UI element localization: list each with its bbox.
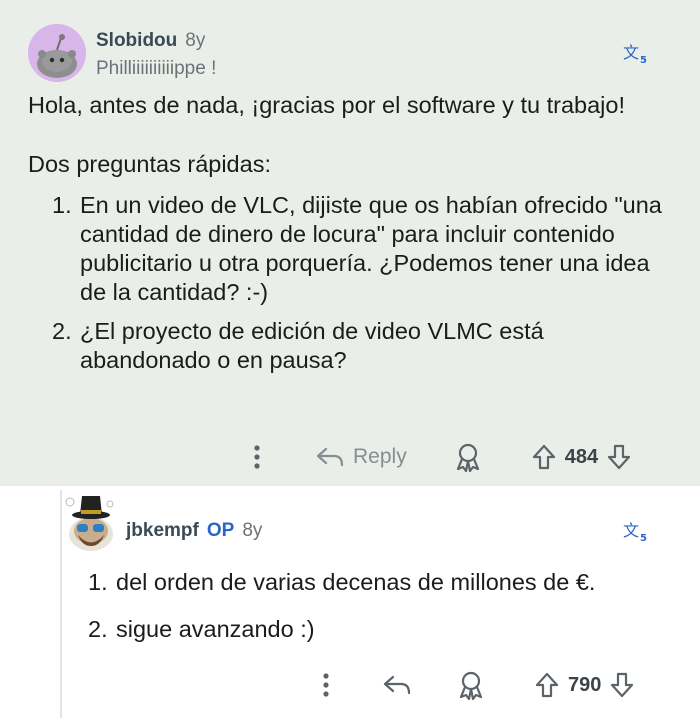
- vote-controls: 484: [531, 443, 632, 471]
- vote-controls: 790: [534, 671, 635, 699]
- more-options-icon[interactable]: [314, 672, 338, 698]
- comment-actions: Reply 484: [245, 440, 632, 474]
- list-number: 1.: [52, 192, 72, 218]
- author-name[interactable]: Slobidou: [96, 30, 177, 52]
- vote-score: 790: [568, 673, 602, 696]
- list-number: 2.: [88, 616, 108, 642]
- list-item: 1. del orden de varias decenas de millon…: [88, 568, 668, 597]
- svg-text:5: 5: [640, 55, 647, 64]
- list-text: En un video de VLC, dijiste que os había…: [80, 192, 662, 305]
- reply-button[interactable]: [382, 673, 412, 697]
- reply-button[interactable]: Reply: [315, 445, 407, 469]
- list-text: sigue avanzando :): [116, 616, 315, 642]
- list-item: 2. ¿El proyecto de edición de video VLMC…: [52, 317, 662, 375]
- reply-label: Reply: [353, 445, 407, 468]
- author-name[interactable]: jbkempf: [126, 520, 199, 542]
- list-number: 1.: [88, 569, 108, 595]
- reply-arrow-icon: [316, 447, 344, 467]
- downvote-arrow-icon[interactable]: [609, 671, 635, 699]
- avatar[interactable]: [28, 24, 86, 82]
- upvote-arrow-icon[interactable]: [534, 671, 560, 699]
- comment-slobidou: Slobidou 8y Philliiiiiiiiiippe ! 文 5 Hol…: [0, 0, 700, 486]
- list-text: del orden de varias decenas de millones …: [116, 569, 596, 595]
- question-list: 1. En un video de VLC, dijiste que os ha…: [52, 191, 662, 375]
- comment-intro: Hola, antes de nada, ¡gracias por el sof…: [28, 92, 625, 118]
- snoo-avatar-icon: [65, 496, 114, 551]
- comment-age: 8y: [242, 520, 263, 541]
- translate-icon[interactable]: 文 5: [623, 42, 649, 66]
- list-item: 2. sigue avanzando :): [88, 615, 668, 644]
- reply-arrow-icon: [383, 675, 411, 695]
- upvote-arrow-icon[interactable]: [531, 443, 557, 471]
- svg-text:文: 文: [623, 521, 639, 540]
- downvote-arrow-icon[interactable]: [606, 443, 632, 471]
- list-number: 2.: [52, 318, 72, 344]
- award-icon[interactable]: [453, 442, 483, 472]
- list-text: ¿El proyecto de edición de video VLMC es…: [80, 318, 544, 373]
- award-icon[interactable]: [456, 670, 486, 700]
- user-flair: Philliiiiiiiiiippe !: [96, 58, 217, 79]
- comment-age: 8y: [185, 30, 206, 51]
- answer-list: 1. del orden de varias decenas de millon…: [88, 568, 668, 644]
- comment-body: Hola, antes de nada, ¡gracias por el sof…: [28, 91, 662, 375]
- op-badge: OP: [206, 520, 235, 541]
- vote-score: 484: [564, 445, 599, 468]
- list-item: 1. En un video de VLC, dijiste que os ha…: [52, 191, 662, 307]
- comment-lead: Dos preguntas rápidas:: [28, 151, 271, 177]
- svg-text:5: 5: [640, 533, 647, 542]
- more-options-icon[interactable]: [245, 444, 269, 470]
- svg-text:文: 文: [623, 43, 639, 62]
- avatar[interactable]: [60, 488, 122, 554]
- comment-body: 1. del orden de varias decenas de millon…: [88, 568, 668, 644]
- translate-icon[interactable]: 文 5: [623, 520, 649, 544]
- snoo-avatar-icon: [28, 24, 86, 82]
- comment-actions: 790: [314, 668, 635, 702]
